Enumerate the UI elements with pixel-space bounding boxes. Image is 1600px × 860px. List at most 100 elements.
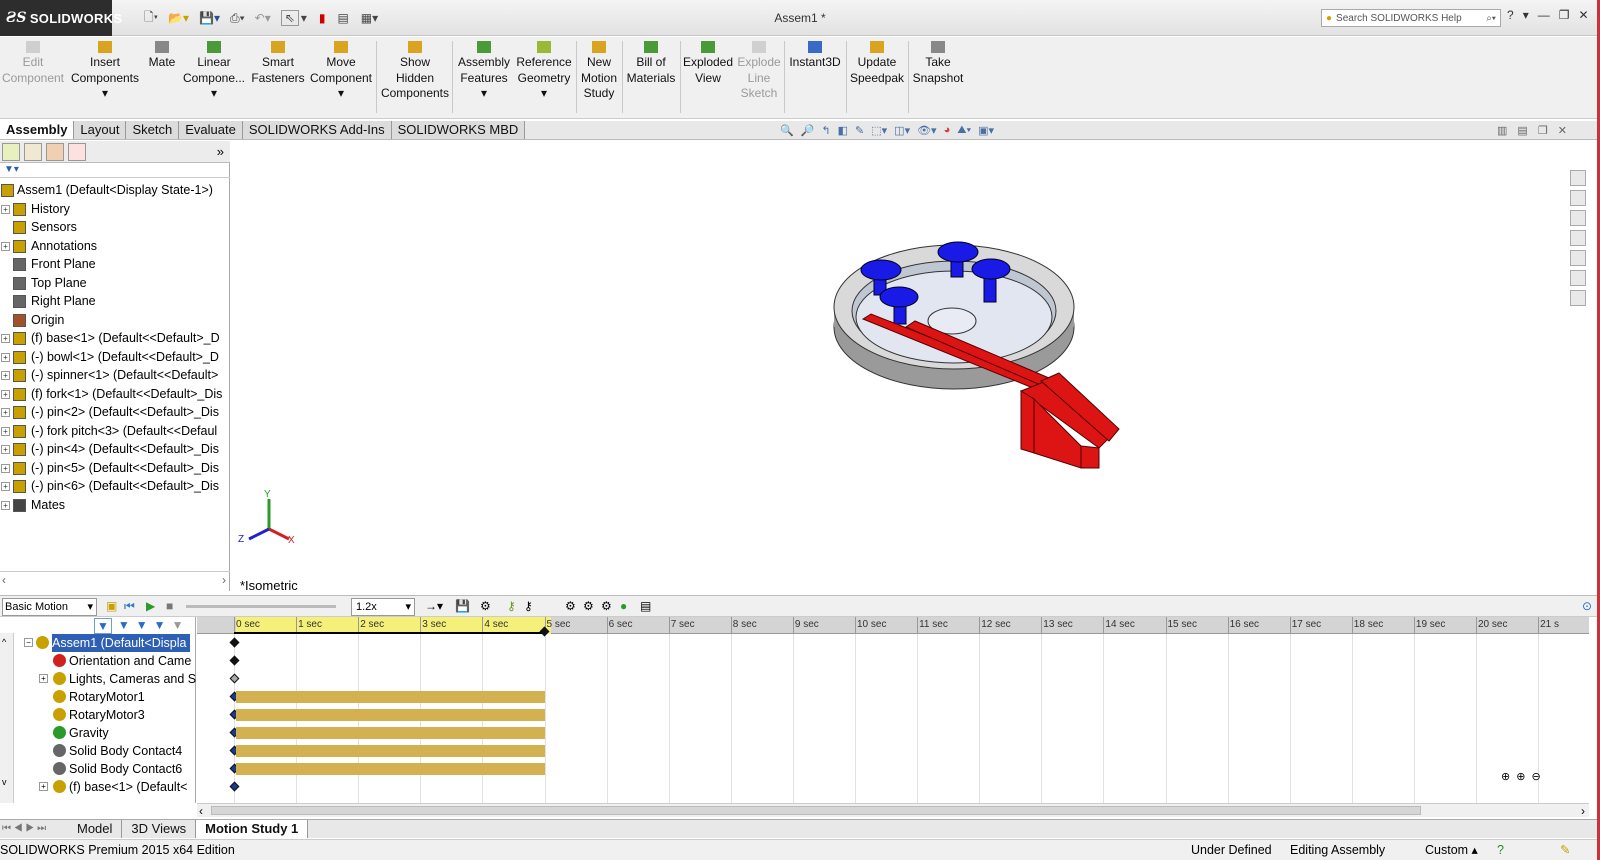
filter-selected-icon[interactable]: ▼: [136, 618, 148, 634]
file-explorer-tab-icon[interactable]: [1570, 210, 1586, 226]
save-animation-icon[interactable]: 💾: [455, 599, 470, 613]
motion-tree-item[interactable]: RotaryMotor3: [0, 706, 196, 724]
contact-icon[interactable]: ⚙: [601, 599, 612, 613]
display-style-icon[interactable]: ◫▾: [894, 124, 910, 138]
feature-tree-item[interactable]: + (f) base<1> (Default<<Default>_D: [0, 329, 230, 348]
unit-system-select[interactable]: Custom ▴: [1425, 840, 1478, 860]
expand-toggle-icon[interactable]: +: [1, 204, 10, 214]
dropdown-arrow-icon[interactable]: ▾: [541, 86, 547, 100]
linear-component-pattern-button[interactable]: Linear Compone... ▾: [182, 37, 246, 117]
expand-toggle-icon[interactable]: +: [1, 426, 10, 436]
tab-layout[interactable]: Layout: [74, 121, 127, 139]
search-help-input[interactable]: ● Search SOLIDWORKS Help ⌕▾: [1321, 9, 1501, 27]
end-keypoint[interactable]: [539, 626, 549, 637]
configuration-manager-tab-icon[interactable]: [46, 143, 64, 161]
dropdown-arrow-icon[interactable]: ▾: [338, 86, 344, 100]
dropdown-arrow-icon[interactable]: ▾: [211, 86, 217, 100]
tab-assembly[interactable]: Assembly: [0, 121, 75, 139]
expand-toggle-icon[interactable]: −: [24, 638, 33, 647]
insert-components-button[interactable]: Insert Components ▾: [68, 37, 142, 117]
tab-navigation-arrows[interactable]: ⏮ ◀ ▶ ⏭: [0, 820, 68, 838]
feature-tree-item[interactable]: + (-) bowl<1> (Default<<Default>_D: [0, 348, 230, 367]
section-view-icon[interactable]: ◧: [838, 124, 848, 138]
feature-tree-item[interactable]: + (f) fork<1> (Default<<Default>_Dis: [0, 385, 230, 404]
expand-toggle-icon[interactable]: +: [1, 352, 10, 362]
feature-tree-item[interactable]: Top Plane: [0, 274, 230, 293]
animation-wizard-icon[interactable]: ⚙: [480, 599, 491, 613]
feature-tree-item[interactable]: Front Plane: [0, 255, 230, 274]
timeline-scrollbar[interactable]: ‹ ›: [197, 803, 1589, 818]
feature-tree-scrollbar[interactable]: ‹ ›: [0, 571, 230, 589]
expand-toggle-icon[interactable]: +: [1, 482, 10, 491]
expand-toggle-icon[interactable]: +: [1, 408, 10, 417]
feature-tree-item[interactable]: Right Plane: [0, 292, 230, 311]
keypoint[interactable]: [229, 637, 240, 648]
exploded-view-button[interactable]: Exploded View: [682, 37, 734, 117]
gravity-icon[interactable]: ●: [620, 599, 627, 613]
feature-tree-item[interactable]: Origin: [0, 311, 230, 330]
tab-evaluate[interactable]: Evaluate: [179, 121, 243, 139]
display-manager-tab-icon[interactable]: [68, 143, 86, 161]
scroll-left-icon[interactable]: ‹: [199, 804, 203, 818]
edit-appearance-icon[interactable]: ◕: [944, 124, 951, 138]
show-hidden-components-button[interactable]: Show Hidden Components: [380, 37, 450, 117]
feature-tree-item[interactable]: + (-) pin<6> (Default<<Default>_Dis: [0, 477, 230, 496]
motion-tree-item[interactable]: Orientation and Came: [0, 652, 196, 670]
scroll-thumb[interactable]: [211, 806, 1421, 815]
keypoint[interactable]: [229, 673, 240, 684]
motor-icon[interactable]: ⚙: [565, 599, 576, 613]
motion-tree-item[interactable]: Solid Body Contact6: [0, 760, 196, 778]
feature-tree-item[interactable]: + History: [0, 200, 230, 219]
zoom-to-area-icon[interactable]: 🔎: [801, 124, 815, 138]
appearances-tab-icon[interactable]: [1570, 250, 1586, 266]
feature-tree-item[interactable]: + (-) pin<4> (Default<<Default>_Dis: [0, 440, 230, 459]
motion-tree-item[interactable]: RotaryMotor1: [0, 688, 196, 706]
spring-icon[interactable]: ⚙: [583, 599, 594, 613]
feature-manager-tab-icon[interactable]: [2, 143, 20, 161]
expand-toggle-icon[interactable]: +: [1, 500, 10, 510]
timeline-area[interactable]: 0 sec 1 sec 2 sec 3 sec 4 sec 5 sec 6 sec 7 sec…: [197, 617, 1589, 803]
calculate-icon[interactable]: ▣: [106, 599, 117, 613]
expand-chevron-icon[interactable]: »: [217, 144, 224, 159]
feature-tree-item[interactable]: Assem1 (Default<Display State-1>): [0, 181, 230, 200]
playback-speed-select[interactable]: 1.2x ▾: [351, 598, 415, 616]
expand-toggle-icon[interactable]: +: [1, 371, 10, 380]
viewport-restore-icon[interactable]: ❐: [1538, 124, 1548, 137]
reference-geometry-button[interactable]: Reference Geometry ▾: [514, 37, 574, 117]
expand-toggle-icon[interactable]: +: [1, 445, 10, 454]
play-icon[interactable]: ▶: [146, 599, 155, 613]
motion-tree-item[interactable]: Solid Body Contact4: [0, 742, 196, 760]
feature-tree-item[interactable]: + (-) fork pitch<3> (Default<<Defaul: [0, 422, 230, 441]
apply-scene-icon[interactable]: ⛰▾: [957, 124, 971, 138]
viewport-tile-icon[interactable]: ▥: [1497, 124, 1507, 137]
timeline-bar[interactable]: [236, 727, 545, 739]
view-palette-tab-icon[interactable]: [1570, 230, 1586, 246]
filter-results-icon[interactable]: ▼: [154, 618, 166, 634]
feature-tree-item[interactable]: + Mates: [0, 496, 230, 515]
bill-of-materials-button[interactable]: Bill of Materials: [624, 37, 678, 117]
dropdown-arrow-icon[interactable]: ▾: [102, 86, 108, 100]
assembly-features-button[interactable]: Assembly Features ▾: [456, 37, 512, 117]
explode-line-sketch-button[interactable]: Explode Line Sketch: [736, 37, 782, 117]
tab-motion-study-1[interactable]: Motion Study 1: [196, 820, 309, 838]
zoom-to-fit-icon[interactable]: ⊕: [1501, 770, 1510, 783]
forum-tab-icon[interactable]: [1570, 290, 1586, 306]
minimize-button[interactable]: —: [1538, 8, 1550, 28]
move-component-button[interactable]: Move Component ▾: [308, 37, 374, 117]
edit-component-button[interactable]: Edit Component: [0, 37, 66, 117]
zoom-to-fit-icon[interactable]: 🔍: [780, 124, 794, 138]
new-motion-study-button[interactable]: New Motion Study: [578, 37, 620, 117]
take-snapshot-button[interactable]: Take Snapshot: [910, 37, 966, 117]
play-from-start-icon[interactable]: ⏮: [124, 599, 135, 614]
previous-view-icon[interactable]: ↰: [821, 124, 830, 138]
filter-driving-icon[interactable]: ▼: [118, 618, 130, 634]
expand-toggle-icon[interactable]: +: [1, 463, 10, 473]
motion-type-select[interactable]: Basic Motion ▾: [2, 598, 97, 616]
feature-tree-item[interactable]: + Annotations: [0, 237, 230, 256]
tab-addins[interactable]: SOLIDWORKS Add-Ins: [242, 121, 392, 139]
results-plots-icon[interactable]: ▤: [640, 599, 651, 613]
hide-show-items-icon[interactable]: 👁▾: [917, 124, 937, 138]
resources-tab-icon[interactable]: [1570, 170, 1586, 186]
search-icon[interactable]: ⌕▾: [1486, 13, 1496, 24]
scroll-right-icon[interactable]: ›: [222, 573, 226, 587]
